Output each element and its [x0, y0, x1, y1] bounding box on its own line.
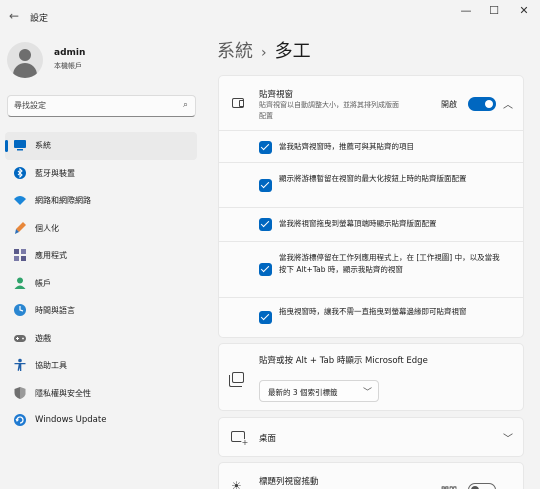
sidebar-item-time-language[interactable]: 時間與語言 — [5, 297, 197, 325]
brush-icon — [13, 221, 27, 235]
desktops-card[interactable]: 桌面 ﹀ — [218, 417, 524, 457]
breadcrumb-separator: › — [261, 45, 267, 61]
avatar-body-shape — [13, 63, 37, 78]
snap-option-row: 當我將視窗拖曳到螢幕頂端時顯示貼齊版面配置 — [218, 208, 524, 242]
snap-option-row: 當我將游標停留在工作列應用程式上，在 [工作視圖] 中，以及當我按下 Alt+T… — [218, 242, 524, 298]
account-icon — [13, 276, 27, 290]
snap-option-label: 當我將視窗拖曳到螢幕頂端時顯示貼齊版面配置 — [279, 219, 437, 228]
title-bar-shake-title: 標題列視窗搖動 — [259, 477, 319, 487]
sidebar-item-apps[interactable]: 應用程式 — [5, 242, 197, 270]
desktops-icon — [231, 431, 249, 447]
snap-option-row: 拖曳視窗時，讓我不需一直拖曳到螢幕邊緣即可貼齊視窗 — [218, 298, 524, 338]
apps-icon — [13, 248, 27, 262]
sidebar-item-label: 系統 — [35, 141, 51, 150]
sidebar-item-label: 協助工具 — [35, 361, 67, 370]
alt-tab-edge-card: 貼齊或按 Alt + Tab 時顯示 Microsoft Edge 最新的 3 … — [218, 343, 524, 411]
page-title: 多工 — [274, 41, 311, 62]
snap-option-checkbox[interactable] — [259, 179, 272, 192]
wifi-icon — [13, 193, 27, 207]
app-title: 設定 — [30, 14, 49, 24]
shake-icon: ☀ — [231, 479, 242, 489]
sidebar-item-label: 個人化 — [35, 223, 59, 233]
globe-clock-icon — [13, 303, 27, 317]
sidebar-item-label: Windows Update — [35, 415, 107, 425]
snap-option-label: 當我貼齊視窗時，推薦可與其貼齊的項目 — [279, 142, 414, 151]
snap-option-label: 當我將游標停留在工作列應用程式上，在 [工作視圖] 中，以及當我按下 Alt+T… — [279, 253, 500, 274]
snap-option-checkbox[interactable] — [259, 311, 272, 324]
avatar[interactable] — [7, 42, 43, 78]
sidebar-item-bluetooth[interactable]: 藍牙與裝置 — [5, 160, 197, 188]
sidebar-item-accessibility[interactable]: 協助工具 — [5, 352, 197, 380]
sidebar-item-system[interactable]: 系統 — [5, 132, 197, 160]
breadcrumb-parent[interactable]: 系統 — [217, 41, 253, 62]
sidebar-item-gaming[interactable]: 遊戲 — [5, 325, 197, 353]
gamepad-icon — [13, 331, 27, 345]
sidebar-item-personalization[interactable]: 個人化 — [5, 215, 197, 243]
alt-tab-icon — [229, 372, 244, 387]
sidebar-item-label: 時間與語言 — [35, 306, 75, 315]
snap-option-row: 當我貼齊視窗時，推薦可與其貼齊的項目 — [218, 131, 524, 163]
shake-toggle[interactable] — [468, 483, 496, 489]
sidebar-item-privacy[interactable]: 隱私權與安全性 — [5, 380, 197, 408]
avatar-head-shape — [19, 49, 31, 61]
alt-tab-title: 貼齊或按 Alt + Tab 時顯示 Microsoft Edge — [259, 356, 428, 366]
dropdown-value: 最新的 3 個索引標籤 — [268, 388, 338, 397]
snap-option-checkbox[interactable] — [259, 263, 272, 276]
snap-option-row: 顯示將游標暫留在視窗的最大化按鈕上時的貼齊版面配置 — [218, 163, 524, 208]
desktops-title: 桌面 — [259, 434, 277, 444]
snap-windows-description: 貼齊視窗以自動調整大小，並將其排列成版面配置 — [259, 101, 399, 120]
close-button[interactable]: ✕ — [514, 4, 534, 17]
toggle-knob — [485, 100, 493, 108]
sidebar-item-label: 網路和網際網路 — [35, 196, 91, 205]
title-bar: ← 設定 — ☐ ✕ — [0, 0, 540, 34]
snap-toggle-state: 開啟 — [441, 100, 457, 109]
edge-tabs-dropdown[interactable]: 最新的 3 個索引標籤 ﹀ — [259, 380, 379, 402]
bluetooth-icon — [13, 166, 27, 180]
breadcrumb: 系統 › 多工 — [217, 37, 311, 63]
chevron-down-icon: ﹀ — [362, 388, 372, 398]
search-input[interactable] — [14, 101, 174, 110]
minimize-button[interactable]: — — [456, 4, 476, 17]
title-bar-shake-card: ☀ 標題列視窗搖動 關閉 — [218, 462, 524, 489]
maximize-button[interactable]: ☐ — [484, 4, 504, 17]
sidebar-item-accounts[interactable]: 帳戶 — [5, 270, 197, 298]
sidebar-nav: 系統 藍牙與裝置 網路和網際網路 個人化 應用程式 帳戶 時間與語言 遊戲 協助… — [5, 132, 197, 435]
snap-windows-title: 貼齊視窗 — [259, 90, 294, 100]
snap-layout-icon — [232, 98, 244, 108]
snap-toggle[interactable] — [468, 97, 496, 111]
shake-toggle-state: 關閉 — [441, 485, 457, 489]
sidebar-item-label: 遊戲 — [35, 333, 51, 343]
search-icon[interactable]: ⌕ — [183, 100, 188, 110]
snap-option-label: 顯示將游標暫留在視窗的最大化按鈕上時的貼齊版面配置 — [279, 174, 467, 183]
back-arrow-icon[interactable]: ← — [6, 9, 22, 23]
snap-option-label: 拖曳視窗時，讓我不需一直拖曳到螢幕邊緣即可貼齊視窗 — [279, 307, 467, 316]
sidebar-item-network[interactable]: 網路和網際網路 — [5, 187, 197, 215]
accessibility-icon — [13, 358, 27, 372]
update-icon — [13, 413, 27, 427]
sidebar-item-label: 應用程式 — [35, 251, 67, 260]
sidebar-item-label: 隱私權與安全性 — [35, 388, 91, 398]
chevron-down-icon[interactable]: ﹀ — [502, 430, 514, 445]
snap-windows-card[interactable]: 貼齊視窗 貼齊視窗以自動調整大小，並將其排列成版面配置 開啟 ︿ — [218, 75, 524, 131]
sidebar-item-label: 藍牙與裝置 — [35, 168, 75, 178]
monitor-icon — [13, 138, 27, 152]
sidebar-item-label: 帳戶 — [35, 278, 51, 288]
account-type: 本機帳戶 — [54, 62, 82, 70]
chevron-up-icon[interactable]: ︿ — [502, 96, 514, 111]
shield-icon — [13, 386, 27, 400]
sidebar-item-windows-update[interactable]: Windows Update — [5, 407, 197, 435]
search-box[interactable]: ⌕ — [7, 95, 196, 117]
snap-option-checkbox[interactable] — [259, 218, 272, 231]
snap-option-checkbox[interactable] — [259, 141, 272, 154]
user-name: admin — [54, 48, 86, 58]
